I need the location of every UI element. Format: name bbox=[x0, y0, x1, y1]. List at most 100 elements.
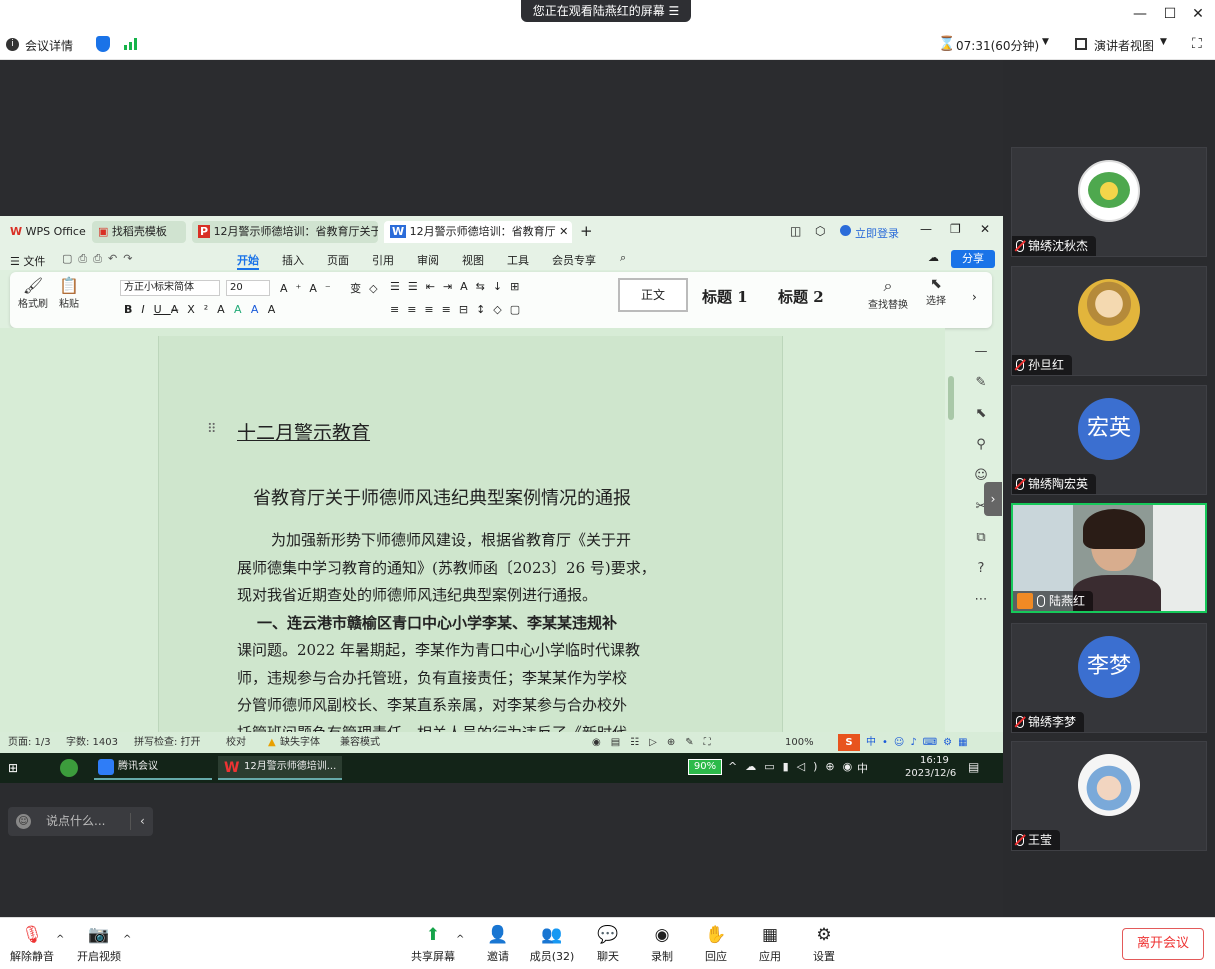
vertical-scrollbar[interactable] bbox=[945, 336, 959, 732]
chevron-down-icon[interactable]: ▼ bbox=[1042, 37, 1049, 47]
view-mode-button[interactable]: 演讲者视图 bbox=[1094, 37, 1154, 54]
tab-template[interactable]: ▣ 找稻壳模板 bbox=[92, 221, 186, 243]
start-video-button[interactable]: 📷 开启视频 bbox=[72, 923, 126, 967]
chevron-right-icon[interactable]: › bbox=[972, 290, 977, 304]
side-tool-icons[interactable]: — ✎ ⬉ ⚲ ☺ ✂ ⧉? ⋯ bbox=[962, 336, 1000, 615]
maximize-button[interactable]: ☐ bbox=[1162, 6, 1178, 22]
chevron-up-icon[interactable]: ^ bbox=[56, 934, 64, 945]
font-size-buttons[interactable]: A⁺A⁻ 变◇ bbox=[280, 280, 386, 296]
zoom-level[interactable]: 100% bbox=[785, 732, 814, 753]
menu-view[interactable]: 视图 bbox=[462, 252, 484, 268]
align-buttons[interactable]: ≡≡≡≡⊟↕◇▢ bbox=[390, 303, 528, 316]
wps-close-button[interactable]: ✕ bbox=[980, 222, 990, 236]
menu-page[interactable]: 页面 bbox=[327, 252, 349, 268]
sogou-icon[interactable]: S bbox=[838, 734, 860, 751]
quick-access-icons[interactable]: ▢⎙⎙↶↷ bbox=[62, 252, 138, 266]
tray-icons[interactable]: ^☁▭▮◁)⊕◉ bbox=[728, 760, 860, 773]
minimize-button[interactable]: — bbox=[1132, 6, 1148, 22]
close-icon[interactable]: ✕ bbox=[559, 225, 568, 238]
proofread[interactable]: 校对 bbox=[226, 732, 246, 753]
menu-home[interactable]: 开始 bbox=[237, 252, 259, 270]
font-name-select[interactable]: 方正小标宋简体 bbox=[120, 280, 220, 296]
paste-button[interactable]: 📋 粘贴 bbox=[54, 276, 84, 310]
share-button[interactable]: 分享 bbox=[951, 250, 995, 268]
tray-time[interactable]: 16:19 bbox=[920, 755, 949, 766]
participant-tile-active[interactable]: 陆燕红 bbox=[1011, 503, 1207, 613]
info-icon[interactable]: i bbox=[6, 38, 19, 51]
font-size-select[interactable]: 20 bbox=[226, 280, 270, 296]
meeting-timer[interactable]: 07:31(60分钟) bbox=[956, 37, 1039, 54]
document-page[interactable]: ⠿ 十二月警示教育 省教育厅关于师德师风违纪典型案例情况的通报 为加强新形势下师… bbox=[158, 336, 783, 742]
wps-minimize-button[interactable]: — bbox=[920, 222, 932, 236]
chevron-down-icon[interactable]: ▼ bbox=[1160, 37, 1167, 47]
list-buttons[interactable]: ☰☰⇤⇥A⇆↓⊞ bbox=[390, 280, 527, 293]
chevron-up-icon[interactable]: ^ bbox=[456, 934, 464, 945]
layout-toggle-icon[interactable]: ◫ bbox=[790, 224, 801, 238]
view-mode-icons[interactable]: ◉▤☷▷⊕✎⛶ bbox=[592, 732, 721, 753]
notification-icon[interactable]: ▤ bbox=[968, 760, 979, 774]
participant-tile[interactable]: 李梦 锦绣李梦 bbox=[1011, 623, 1207, 733]
login-link[interactable]: 立即登录 bbox=[855, 225, 899, 241]
ime-indicator[interactable]: 中 bbox=[857, 760, 868, 776]
signal-icon[interactable] bbox=[124, 38, 138, 50]
invite-button[interactable]: 👤 邀请 bbox=[471, 923, 525, 967]
react-button[interactable]: ✋ 回应 bbox=[689, 923, 743, 967]
tab-wps-office[interactable]: W WPS Office bbox=[4, 221, 86, 243]
participant-tile[interactable]: 孙旦红 bbox=[1011, 266, 1207, 376]
settings-button[interactable]: ⚙ 设置 bbox=[797, 923, 851, 967]
collapse-panel-icon[interactable]: › bbox=[984, 482, 1002, 516]
spell-check[interactable]: 拼写检查: 打开 bbox=[134, 732, 201, 753]
tab-doc-pdf[interactable]: P 12月警示师德培训：省教育厅关于师 bbox=[192, 221, 378, 243]
find-replace-button[interactable]: ⌕ 查找替换 bbox=[866, 276, 910, 311]
shield-icon[interactable] bbox=[96, 36, 110, 52]
menu-tools[interactable]: 工具 bbox=[507, 252, 529, 268]
menu-member[interactable]: 会员专享 bbox=[552, 252, 596, 268]
participant-tile[interactable]: 锦绣沈秋杰 bbox=[1011, 147, 1207, 257]
taskbar-app-wps[interactable]: W 12月警示师德培训... bbox=[218, 756, 342, 780]
format-painter-button[interactable]: 🖌 格式刷 bbox=[16, 276, 50, 310]
windows-start-icon[interactable]: ⊞ bbox=[8, 761, 22, 775]
members-button[interactable]: 👥 成员(32) bbox=[525, 923, 579, 967]
chevron-left-icon[interactable]: ‹ bbox=[140, 807, 145, 836]
cube-icon[interactable]: ⬡ bbox=[815, 224, 825, 238]
leave-meeting-button[interactable]: 离开会议 bbox=[1122, 928, 1204, 960]
drag-handle-icon[interactable]: ⠿ bbox=[207, 422, 217, 437]
missing-font[interactable]: 缺失字体 bbox=[280, 732, 320, 753]
battery-indicator[interactable]: 90% bbox=[688, 759, 722, 775]
menu-file[interactable]: ☰ 文件 bbox=[10, 253, 45, 269]
fullscreen-icon[interactable]: ⛶ bbox=[1192, 36, 1202, 52]
taskbar-app-meeting[interactable]: 腾讯会议 bbox=[94, 756, 212, 780]
participant-tile[interactable]: 宏英 锦绣陶宏英 bbox=[1011, 385, 1207, 495]
cloud-icon[interactable]: ☁ bbox=[928, 251, 939, 264]
add-tab-icon[interactable]: + bbox=[580, 222, 593, 240]
record-button[interactable]: ◉ 录制 bbox=[635, 923, 689, 967]
wps-restore-button[interactable]: ❐ bbox=[950, 222, 961, 236]
menu-insert[interactable]: 插入 bbox=[282, 252, 304, 268]
ime-toolbar-icons[interactable]: 中•☺♪⌨⚙▦ bbox=[866, 732, 974, 753]
style-heading2[interactable]: 标题 2 bbox=[778, 286, 824, 307]
emoji-icon[interactable]: ☺ bbox=[16, 814, 31, 829]
page-indicator[interactable]: 页面: 1/3 bbox=[8, 732, 51, 753]
menu-review[interactable]: 审阅 bbox=[417, 252, 439, 268]
menu-reference[interactable]: 引用 bbox=[372, 252, 394, 268]
apps-button[interactable]: ▦ 应用 bbox=[743, 923, 797, 967]
chat-button[interactable]: 💬 聊天 bbox=[581, 923, 635, 967]
unmute-button[interactable]: 🎙 解除静音 bbox=[5, 923, 59, 967]
chat-input[interactable]: ☺ 说点什么... ‹ bbox=[8, 807, 153, 836]
meeting-details-link[interactable]: 会议详情 bbox=[25, 37, 73, 54]
chevron-up-icon[interactable]: ^ bbox=[123, 934, 131, 945]
style-heading1[interactable]: 标题 1 bbox=[702, 286, 748, 307]
participant-tile[interactable]: 王莹 bbox=[1011, 741, 1207, 851]
share-screen-button[interactable]: ⬆ 共享屏幕 bbox=[406, 923, 460, 967]
share-notice[interactable]: 您正在观看陆燕红的屏幕 ☰ bbox=[521, 0, 691, 22]
tray-date[interactable]: 2023/12/6 bbox=[905, 768, 956, 779]
word-count[interactable]: 字数: 1403 bbox=[66, 732, 118, 753]
scroll-thumb[interactable] bbox=[948, 376, 954, 420]
text-format-buttons[interactable]: BIUA̶X²AAAA bbox=[124, 303, 284, 316]
close-button[interactable]: ✕ bbox=[1190, 6, 1206, 22]
tab-doc-active[interactable]: W 12月警示师德培训：省教育厅 ✕ bbox=[384, 221, 572, 243]
search-icon[interactable]: ⌕ bbox=[620, 251, 626, 265]
style-normal[interactable]: 正文 bbox=[618, 278, 688, 312]
browser-icon[interactable] bbox=[60, 759, 78, 777]
select-button[interactable]: ⬉ 选择 bbox=[918, 276, 954, 307]
